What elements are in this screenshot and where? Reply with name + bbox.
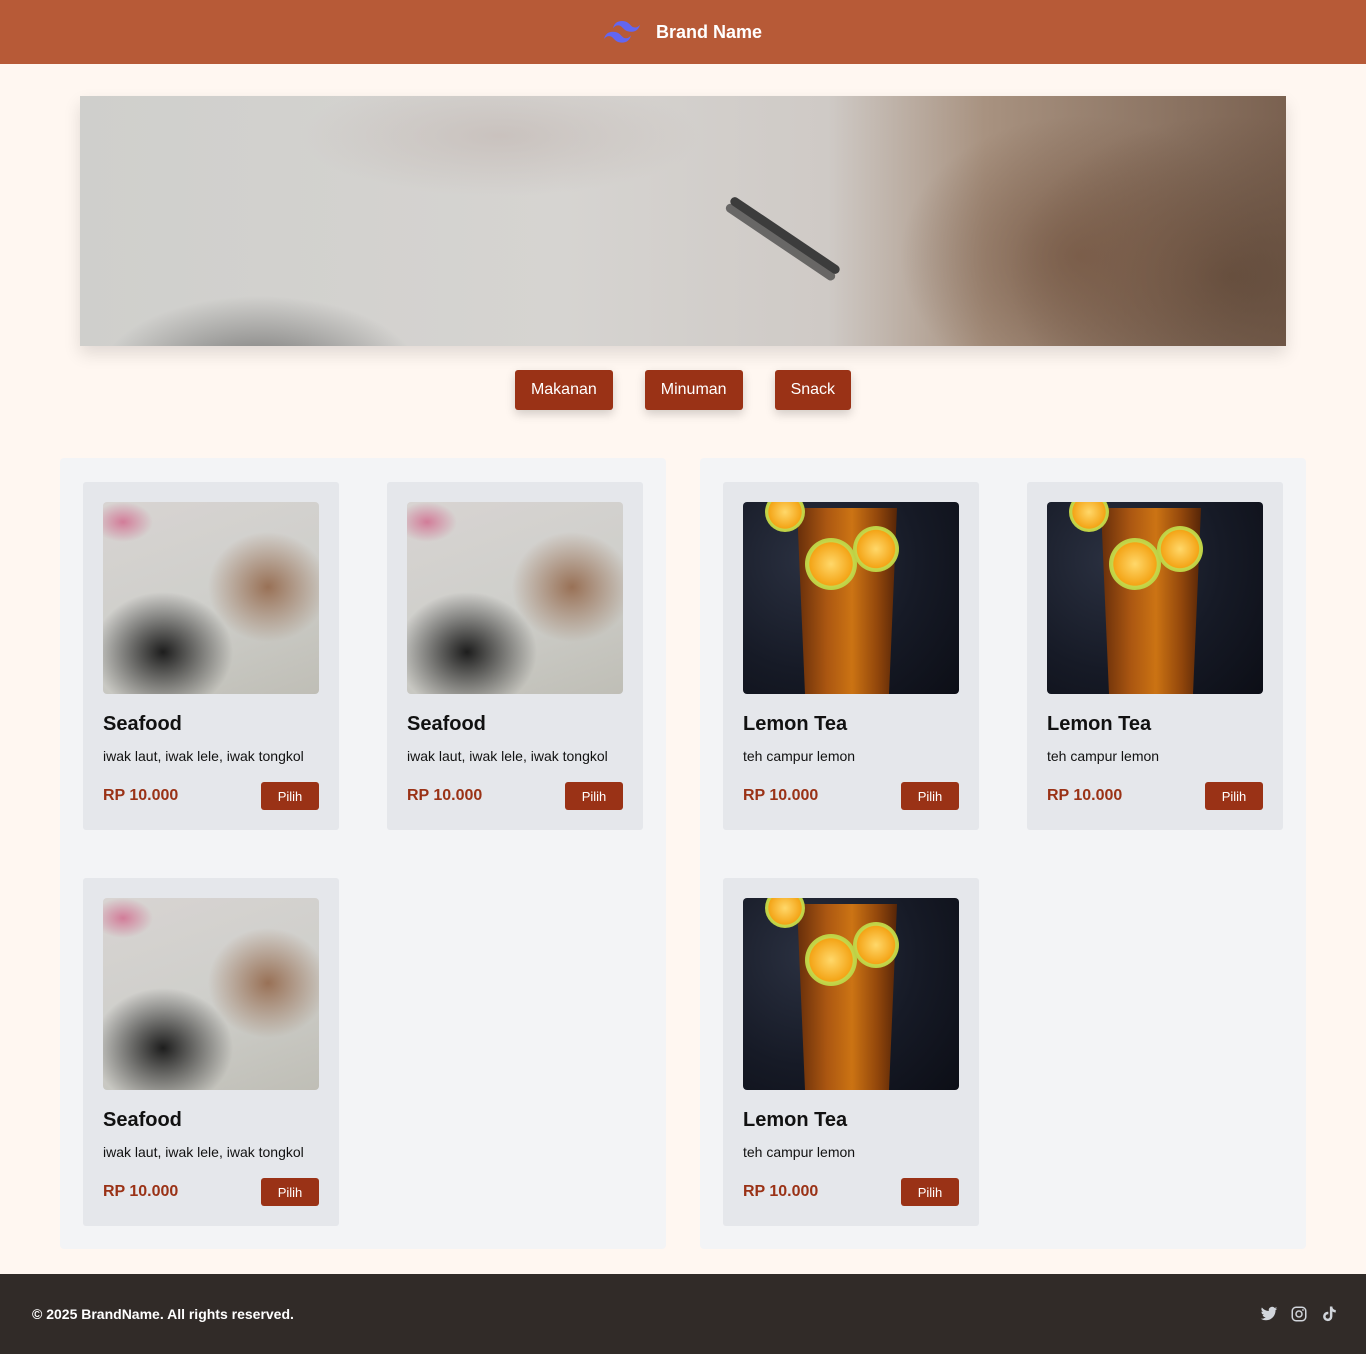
menu-card-title: Seafood: [103, 713, 182, 735]
seafood-image: [407, 502, 623, 694]
lemon-slice: [805, 934, 857, 986]
menu-card-price: RP 10.000: [103, 1183, 179, 1200]
menu-card: Seafood iwak laut, iwak lele, iwak tongk…: [387, 482, 643, 830]
menu-card-title: Lemon Tea: [743, 1109, 848, 1131]
menu-card-title: Lemon Tea: [1047, 713, 1152, 735]
brand[interactable]: Brand Name: [603, 20, 763, 44]
lemon-slice: [1109, 538, 1161, 590]
social-links: [1260, 1305, 1338, 1323]
lemon-slice: [1157, 526, 1203, 572]
twitter-icon[interactable]: [1260, 1305, 1278, 1323]
pilih-button[interactable]: Pilih: [1205, 782, 1263, 810]
copyright-text: © 2025 BrandName. All rights reserved.: [32, 1306, 294, 1322]
menu-card-price: RP 10.000: [1047, 787, 1123, 804]
lemon-tea-image: [743, 502, 959, 694]
seafood-image: [103, 898, 319, 1090]
category-minuman-button[interactable]: Minuman: [644, 370, 743, 410]
hero-banner: [80, 96, 1286, 346]
navbar: Brand Name: [0, 0, 1366, 64]
lemon-tea-image: [1047, 502, 1263, 694]
menu-card-description: teh campur lemon: [743, 1144, 856, 1160]
menu-card: Lemon Tea teh campur lemon RP 10.000 Pil…: [723, 878, 979, 1226]
lemon-slice: [805, 538, 857, 590]
menu-card-title: Seafood: [407, 713, 486, 735]
seafood-image: [103, 502, 319, 694]
hero-image-detail: [728, 195, 842, 276]
menu-card-price: RP 10.000: [407, 787, 483, 804]
menu-card-description: iwak laut, iwak lele, iwak tongkol: [407, 748, 608, 764]
drinks-panel: Lemon Tea teh campur lemon RP 10.000 Pil…: [700, 458, 1306, 1249]
category-snack-button[interactable]: Snack: [774, 370, 852, 410]
pilih-button[interactable]: Pilih: [565, 782, 623, 810]
menu-card-price: RP 10.000: [743, 1183, 819, 1200]
pilih-button[interactable]: Pilih: [901, 1178, 959, 1206]
pilih-button[interactable]: Pilih: [261, 1178, 319, 1206]
menu-card-title: Seafood: [103, 1109, 182, 1131]
lemon-slice: [853, 526, 899, 572]
lemon-slice: [853, 922, 899, 968]
menu-card: Lemon Tea teh campur lemon RP 10.000 Pil…: [1027, 482, 1283, 830]
menu-card-description: teh campur lemon: [1047, 748, 1160, 764]
lemon-tea-image: [743, 898, 959, 1090]
menu-card-price: RP 10.000: [103, 787, 179, 804]
menu-card-title: Lemon Tea: [743, 713, 848, 735]
menu-card: Lemon Tea teh campur lemon RP 10.000 Pil…: [723, 482, 979, 830]
category-tabs: Makanan Minuman Snack: [0, 370, 1366, 410]
food-panel: Seafood iwak laut, iwak lele, iwak tongk…: [60, 458, 666, 1249]
pilih-button[interactable]: Pilih: [901, 782, 959, 810]
tailwind-logo-icon: [603, 21, 640, 43]
menu-card-price: RP 10.000: [743, 787, 819, 804]
menu-card-description: iwak laut, iwak lele, iwak tongkol: [103, 1144, 304, 1160]
menu-card: Seafood iwak laut, iwak lele, iwak tongk…: [83, 482, 339, 830]
footer: © 2025 BrandName. All rights reserved.: [0, 1274, 1366, 1354]
menu-card: Seafood iwak laut, iwak lele, iwak tongk…: [83, 878, 339, 1226]
category-makanan-button[interactable]: Makanan: [514, 370, 613, 410]
pilih-button[interactable]: Pilih: [261, 782, 319, 810]
brand-name: Brand Name: [655, 21, 763, 42]
menu-card-description: teh campur lemon: [743, 748, 856, 764]
tiktok-icon[interactable]: [1320, 1305, 1338, 1323]
instagram-icon[interactable]: [1290, 1305, 1308, 1323]
menu-card-description: iwak laut, iwak lele, iwak tongkol: [103, 748, 304, 764]
